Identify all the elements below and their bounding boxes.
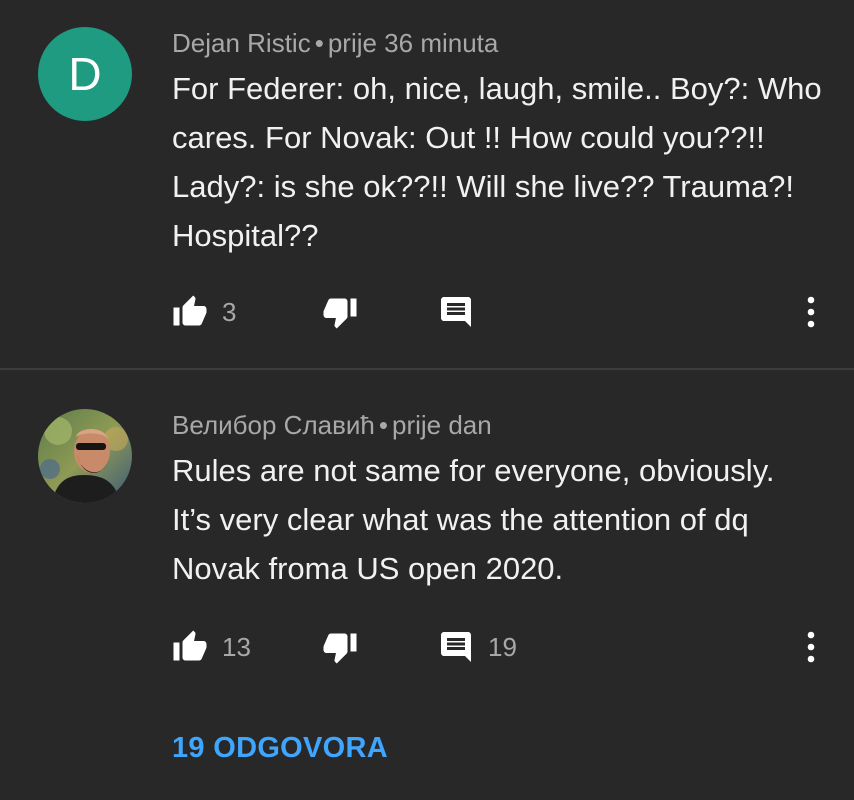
comment-item: Велибор Славић • prije dan Rules are not s…	[0, 370, 854, 800]
dislike-button[interactable]	[322, 627, 358, 667]
comment-item: D Dejan Ristic • prije 36 minuta For Feder…	[0, 0, 854, 368]
more-options-button[interactable]	[798, 627, 824, 667]
avatar[interactable]	[38, 409, 132, 503]
comment-icon	[438, 294, 474, 330]
avatar-photo	[38, 409, 132, 503]
avatar-letter: D	[68, 48, 102, 100]
thumbs-up-icon	[172, 294, 208, 330]
author-name[interactable]: Dejan Ristic	[172, 28, 311, 58]
comment-meta: Велибор Славић • prije dan	[172, 410, 492, 441]
more-vertical-icon	[805, 630, 817, 664]
separator-dot: •	[314, 28, 324, 58]
comment-icon	[438, 629, 474, 665]
comment-text: Rules are not same for everyone, obvious…	[172, 453, 775, 586]
dislike-button[interactable]	[322, 292, 358, 332]
timestamp[interactable]: prije dan	[392, 410, 492, 440]
like-button[interactable]: 13	[172, 627, 251, 667]
thumbs-down-icon	[322, 294, 358, 330]
like-count: 3	[222, 296, 237, 327]
view-replies-link[interactable]: 19 ODGOVORA	[172, 732, 388, 765]
comment-text: For Federer: oh, nice, laugh, smile.. Bo…	[172, 71, 822, 253]
like-button[interactable]: 3	[172, 292, 236, 332]
separator-dot: •	[378, 410, 388, 440]
more-vertical-icon	[805, 295, 817, 329]
avatar[interactable]: D	[38, 27, 132, 121]
author-name[interactable]: Велибор Славић	[172, 410, 375, 440]
reply-button[interactable]	[438, 292, 474, 332]
thumbs-up-icon	[172, 629, 208, 665]
like-count: 13	[222, 631, 251, 662]
comment-meta: Dejan Ristic • prije 36 minuta	[172, 28, 498, 59]
more-options-button[interactable]	[798, 292, 824, 332]
reply-count: 19	[488, 631, 517, 662]
thumbs-down-icon	[322, 629, 358, 665]
comment-actions: 13 19	[0, 627, 854, 667]
reply-button[interactable]: 19	[438, 627, 517, 667]
comment-actions: 3	[0, 292, 854, 332]
timestamp[interactable]: prije 36 minuta	[328, 28, 499, 58]
